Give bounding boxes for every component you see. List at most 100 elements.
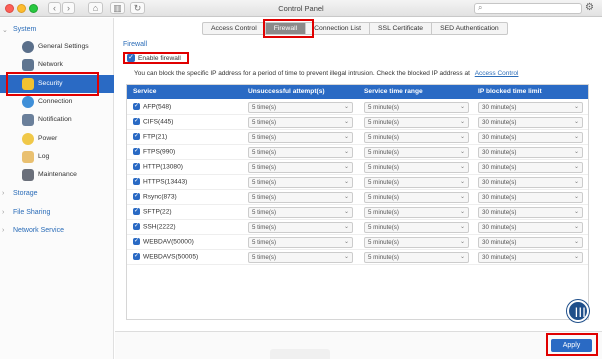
column-header-service: Service <box>133 88 157 95</box>
chevron-down-icon: ⌄ <box>459 254 465 260</box>
chevron-down-icon: ⌄ <box>459 119 465 125</box>
sidebar-item-general-settings[interactable]: General Settings <box>0 38 114 56</box>
audio-bars-icon: ┃┃┃ <box>574 308 586 317</box>
service-label: SSH(2222) <box>143 223 176 231</box>
title-bar: ‹ › ⌂ ▥ ↻ Control Panel ⌕ ⚙ <box>0 0 602 17</box>
time-range-select[interactable]: 5 minute(s) ⌄ <box>364 102 469 113</box>
sidebar-item-notification[interactable]: Notification <box>0 111 114 129</box>
chevron-down-icon: ⌄ <box>343 149 349 155</box>
service-cell[interactable]: ✓ WEBDAVS(50005) <box>133 253 198 260</box>
blocked-limit-select[interactable]: 30 minute(s) ⌄ <box>478 252 583 263</box>
table-row: ✓ FTPS(990) 5 time(s) ⌄ 5 minute(s) ⌄ 30 minut… <box>127 145 588 160</box>
time-range-select[interactable]: 5 minute(s) ⌄ <box>364 222 469 233</box>
blocked-limit-select[interactable]: 30 minute(s) ⌄ <box>478 117 583 128</box>
checkbox-checked-icon[interactable]: ✓ <box>133 253 140 260</box>
attempts-select[interactable]: 5 time(s) ⌄ <box>248 147 353 158</box>
control-panel-window: ‹ › ⌂ ▥ ↻ Control Panel ⌕ ⚙ ⌄ System Gen… <box>0 0 602 359</box>
checkbox-checked-icon[interactable]: ✓ <box>133 148 140 155</box>
checkbox-checked-icon[interactable]: ✓ <box>133 103 140 110</box>
time-range-select[interactable]: 5 minute(s) ⌄ <box>364 162 469 173</box>
service-cell[interactable]: ✓ CIFS(445) <box>133 118 173 125</box>
notification-icon <box>22 114 34 126</box>
service-cell[interactable]: ✓ HTTPS(13443) <box>133 178 187 185</box>
time-range-select[interactable]: 5 minute(s) ⌄ <box>364 237 469 248</box>
blocked-limit-select[interactable]: 30 minute(s) ⌄ <box>478 192 583 203</box>
sidebar-group-system[interactable]: ⌄ System <box>0 26 114 38</box>
service-cell[interactable]: ✓ SSH(2222) <box>133 223 176 230</box>
service-cell[interactable]: ✓ FTPS(990) <box>133 148 175 155</box>
chevron-right-icon: › <box>2 227 5 234</box>
service-cell[interactable]: ✓ SFTP(22) <box>133 208 172 215</box>
chevron-down-icon: ⌄ <box>459 134 465 140</box>
sidebar-item-power[interactable]: Power <box>0 130 114 148</box>
time-range-select[interactable]: 5 minute(s) ⌄ <box>364 252 469 263</box>
time-range-select[interactable]: 5 minute(s) ⌄ <box>364 117 469 128</box>
service-cell[interactable]: ✓ AFP(548) <box>133 103 171 110</box>
chevron-down-icon: ⌄ <box>343 254 349 260</box>
time-range-select[interactable]: 5 minute(s) ⌄ <box>364 177 469 188</box>
tab-sed-authentication[interactable]: SED Authentication <box>432 22 508 35</box>
checkbox-checked-icon[interactable]: ✓ <box>133 178 140 185</box>
table-row: ✓ WEBDAVS(50005) 5 time(s) ⌄ 5 minute(s) ⌄ 30 … <box>127 250 588 265</box>
blocked-limit-select[interactable]: 30 minute(s) ⌄ <box>478 222 583 233</box>
checkbox-checked-icon[interactable]: ✓ <box>133 193 140 200</box>
attempts-select[interactable]: 5 time(s) ⌄ <box>248 132 353 143</box>
chevron-down-icon: ⌄ <box>343 104 349 110</box>
chevron-down-icon: ⌄ <box>343 194 349 200</box>
time-range-select[interactable]: 5 minute(s) ⌄ <box>364 147 469 158</box>
blocked-limit-select[interactable]: 30 minute(s) ⌄ <box>478 237 583 248</box>
attempts-select[interactable]: 5 time(s) ⌄ <box>248 237 353 248</box>
checkbox-checked-icon[interactable]: ✓ <box>133 223 140 230</box>
sidebar-group-file-sharing[interactable]: › File Sharing <box>0 209 114 221</box>
blocked-limit-select[interactable]: 30 minute(s) ⌄ <box>478 102 583 113</box>
enable-firewall-checkbox[interactable]: ✓ Enable firewall <box>123 52 189 64</box>
blocked-limit-select[interactable]: 30 minute(s) ⌄ <box>478 207 583 218</box>
checkbox-checked-icon[interactable]: ✓ <box>133 133 140 140</box>
checkbox-checked-icon[interactable]: ✓ <box>133 208 140 215</box>
tab-connection-list[interactable]: Connection List <box>306 22 370 35</box>
chevron-down-icon: ⌄ <box>573 104 579 110</box>
attempts-select[interactable]: 5 time(s) ⌄ <box>248 102 353 113</box>
service-cell[interactable]: ✓ HTTP(13080) <box>133 163 183 170</box>
time-range-select[interactable]: 5 minute(s) ⌄ <box>364 207 469 218</box>
access-control-link[interactable]: Access Control <box>475 70 519 77</box>
blocked-limit-select[interactable]: 30 minute(s) ⌄ <box>478 132 583 143</box>
checkbox-checked-icon[interactable]: ✓ <box>133 238 140 245</box>
attempts-select[interactable]: 5 time(s) ⌄ <box>248 177 353 188</box>
chevron-down-icon: ⌄ <box>459 194 465 200</box>
attempts-select[interactable]: 5 time(s) ⌄ <box>248 252 353 263</box>
checkbox-checked-icon[interactable]: ✓ <box>133 118 140 125</box>
gear-icon[interactable]: ⚙ <box>585 2 594 13</box>
sidebar-group-network-service[interactable]: › Network Service <box>0 227 114 239</box>
chevron-down-icon: ⌄ <box>343 209 349 215</box>
tab-access-control[interactable]: Access Control <box>202 22 266 35</box>
table-row: ✓ SFTP(22) 5 time(s) ⌄ 5 minute(s) ⌄ 30 minute… <box>127 205 588 220</box>
tab-ssl-certificate[interactable]: SSL Certificate <box>370 22 433 35</box>
column-header-attempts: Unsuccessful attempt(s) <box>248 88 325 95</box>
search-input[interactable]: ⌕ <box>474 3 582 14</box>
service-label: WEBDAVS(50005) <box>143 253 199 261</box>
time-range-select[interactable]: 5 minute(s) ⌄ <box>364 132 469 143</box>
attempts-select[interactable]: 5 time(s) ⌄ <box>248 207 353 218</box>
service-cell[interactable]: ✓ WEBDAV(50000) <box>133 238 194 245</box>
service-label: HTTP(13080) <box>143 163 183 171</box>
blocked-limit-select[interactable]: 30 minute(s) ⌄ <box>478 177 583 188</box>
search-icon: ⌕ <box>478 3 483 12</box>
sidebar-group-storage[interactable]: › Storage <box>0 190 114 202</box>
blocked-limit-select[interactable]: 30 minute(s) ⌄ <box>478 147 583 158</box>
table-header: Service Unsuccessful attempt(s) Service … <box>127 85 588 99</box>
time-range-select[interactable]: 5 minute(s) ⌄ <box>364 192 469 203</box>
chevron-down-icon: ⌄ <box>343 224 349 230</box>
blocked-limit-select[interactable]: 30 minute(s) ⌄ <box>478 162 583 173</box>
service-cell[interactable]: ✓ FTP(21) <box>133 133 167 140</box>
sidebar-item-log[interactable]: Log <box>0 148 114 166</box>
help-chat-badge[interactable]: ┃┃┃ <box>567 300 589 322</box>
attempts-select[interactable]: 5 time(s) ⌄ <box>248 117 353 128</box>
attempts-select[interactable]: 5 time(s) ⌄ <box>248 222 353 233</box>
attempts-select[interactable]: 5 time(s) ⌄ <box>248 192 353 203</box>
service-cell[interactable]: ✓ Rsync(873) <box>133 193 177 200</box>
sidebar: ⌄ System General Settings Network Securi… <box>0 18 114 359</box>
attempts-select[interactable]: 5 time(s) ⌄ <box>248 162 353 173</box>
sidebar-item-maintenance[interactable]: Maintenance <box>0 166 114 184</box>
checkbox-checked-icon[interactable]: ✓ <box>133 163 140 170</box>
